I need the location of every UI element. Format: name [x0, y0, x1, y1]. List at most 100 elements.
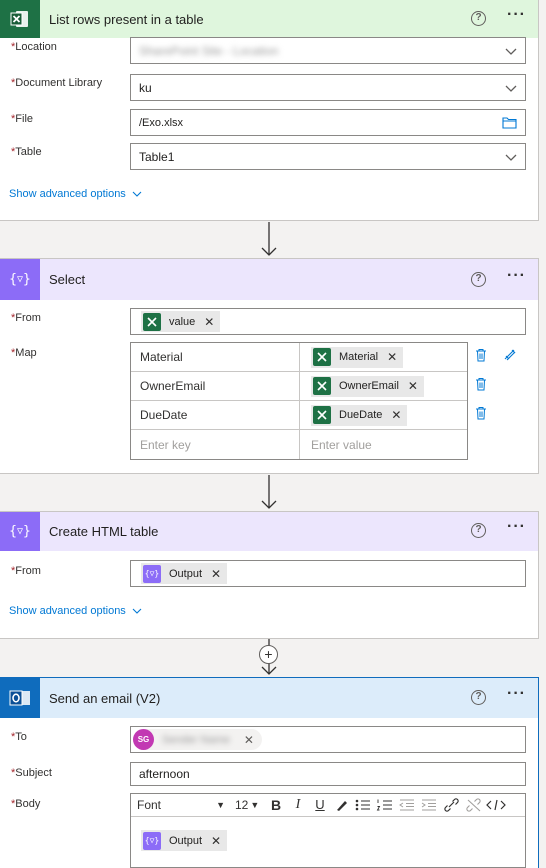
token-label: value	[169, 315, 196, 328]
token-label: Output	[169, 834, 203, 847]
map-value-input[interactable]: DueDate ✕	[300, 401, 467, 429]
file-input[interactable]: /Exo.xlsx	[130, 109, 526, 136]
list-rows-header[interactable]: List rows present in a table ? ···	[0, 0, 538, 38]
table-value: Table1	[139, 149, 175, 164]
library-dropdown[interactable]: ku	[130, 74, 526, 101]
highlight-icon[interactable]	[331, 798, 353, 812]
excel-icon	[313, 377, 331, 395]
subject-input[interactable]: afternoon	[130, 762, 526, 786]
send-email-card: Send an email (V2) ? ··· *To SG Sender N…	[0, 677, 539, 868]
delete-row-icon[interactable]	[475, 406, 487, 420]
location-label: *Location	[11, 41, 57, 53]
card-title: Send an email (V2)	[49, 690, 161, 706]
table-dropdown[interactable]: Table1	[130, 143, 526, 170]
recipient-name: Sender Name	[162, 733, 230, 746]
token-label: OwnerEmail	[339, 380, 399, 392]
more-options-icon[interactable]: ···	[507, 518, 526, 536]
help-icon[interactable]: ?	[471, 690, 486, 705]
to-input[interactable]: SG Sender Name ✕	[130, 726, 526, 753]
map-value-input[interactable]: OwnerEmail ✕	[300, 372, 467, 400]
owner-email-token[interactable]: OwnerEmail ✕	[311, 375, 424, 397]
data-operation-icon: {▽}	[143, 831, 161, 850]
due-date-token[interactable]: DueDate ✕	[311, 404, 408, 426]
rich-text-toolbar: Font ▼ 12 ▼ B I U	[131, 793, 525, 817]
remove-recipient-icon[interactable]: ✕	[244, 733, 254, 747]
table-row: Material Material ✕	[131, 343, 467, 372]
switch-text-mode-icon[interactable]	[503, 348, 517, 362]
decrease-indent-icon[interactable]	[397, 798, 419, 812]
bulleted-list-icon[interactable]	[353, 798, 375, 812]
table-row: OwnerEmail OwnerEmail ✕	[131, 372, 467, 401]
excel-icon	[143, 312, 161, 331]
to-label: *To	[11, 731, 27, 743]
token-label: DueDate	[339, 409, 383, 421]
map-key-input[interactable]: Material	[131, 343, 300, 371]
table-row: DueDate DueDate ✕	[131, 401, 467, 430]
remove-token-icon[interactable]: ✕	[211, 567, 221, 581]
recipient-chip[interactable]: SG Sender Name ✕	[133, 729, 262, 750]
chevron-down-icon	[132, 191, 142, 197]
material-token[interactable]: Material ✕	[311, 346, 404, 368]
remove-token-icon[interactable]: ✕	[387, 350, 397, 364]
help-icon[interactable]: ?	[471, 523, 486, 538]
data-operation-icon: {▽}	[0, 512, 40, 551]
create-html-table-card: {▽} Create HTML table ? ··· *From {▽} Ou…	[0, 511, 539, 639]
delete-row-icon[interactable]	[475, 377, 487, 391]
delete-row-icon[interactable]	[475, 348, 487, 362]
connector-arrow	[261, 475, 277, 509]
caret-down-icon: ▼	[216, 799, 225, 810]
remove-token-icon[interactable]: ✕	[204, 315, 214, 329]
font-size-select[interactable]: 12 ▼	[229, 798, 265, 812]
font-family-select[interactable]: Font ▼	[131, 798, 229, 812]
value-token[interactable]: value ✕	[141, 311, 221, 332]
increase-indent-icon[interactable]	[419, 798, 441, 812]
unlink-icon[interactable]	[463, 797, 485, 812]
excel-icon	[313, 348, 331, 366]
select-header[interactable]: {▽} Select ? ···	[0, 259, 538, 300]
map-value-input[interactable]: Material ✕	[300, 343, 467, 371]
excel-icon	[0, 0, 40, 38]
more-options-icon[interactable]: ···	[507, 685, 526, 703]
output-token[interactable]: {▽} Output ✕	[141, 830, 228, 851]
remove-token-icon[interactable]: ✕	[211, 834, 221, 848]
from-input[interactable]: value ✕	[130, 308, 526, 335]
numbered-list-icon[interactable]	[375, 798, 397, 812]
map-key-input[interactable]: OwnerEmail	[131, 372, 300, 400]
advanced-label: Show advanced options	[9, 188, 126, 200]
enter-value-input[interactable]: Enter value	[300, 430, 467, 459]
table-label: *Table	[11, 146, 42, 158]
from-input[interactable]: {▽} Output ✕	[130, 560, 526, 587]
html-table-header[interactable]: {▽} Create HTML table ? ···	[0, 512, 538, 551]
more-options-icon[interactable]: ···	[507, 6, 526, 24]
show-advanced-options-link[interactable]: Show advanced options	[9, 188, 142, 200]
enter-key-input[interactable]: Enter key	[131, 430, 300, 459]
map-table: Material Material ✕ OwnerEmail OwnerEmai…	[130, 342, 468, 460]
map-label: *Map	[11, 347, 37, 359]
remove-token-icon[interactable]: ✕	[391, 408, 401, 422]
card-title: Select	[49, 272, 86, 287]
bold-icon[interactable]: B	[265, 797, 287, 813]
code-view-icon[interactable]	[485, 798, 507, 812]
map-key-input[interactable]: DueDate	[131, 401, 300, 429]
token-label: Material	[339, 351, 379, 363]
outlook-icon	[0, 678, 40, 718]
output-token[interactable]: {▽} Output ✕	[141, 563, 228, 584]
help-icon[interactable]: ?	[471, 11, 486, 26]
more-options-icon[interactable]: ···	[507, 267, 526, 285]
italic-icon[interactable]: I	[287, 797, 309, 813]
show-advanced-options-link[interactable]: Show advanced options	[9, 605, 142, 617]
help-icon[interactable]: ?	[471, 272, 486, 287]
remove-token-icon[interactable]: ✕	[408, 379, 418, 393]
insert-step-button[interactable]: +	[259, 645, 278, 664]
underline-icon[interactable]: U	[309, 797, 331, 812]
subject-label: *Subject	[11, 767, 52, 779]
data-operation-icon: {▽}	[143, 564, 161, 583]
send-email-header[interactable]: Send an email (V2) ? ···	[0, 678, 538, 718]
link-icon[interactable]	[441, 797, 463, 812]
chevron-down-icon	[505, 85, 517, 92]
file-value: /Exo.xlsx	[139, 116, 184, 129]
location-dropdown[interactable]: SharePoint Site - Location	[130, 37, 526, 64]
library-label: *Document Library	[11, 77, 103, 89]
folder-icon[interactable]	[502, 116, 517, 129]
from-label: *From	[11, 312, 41, 324]
